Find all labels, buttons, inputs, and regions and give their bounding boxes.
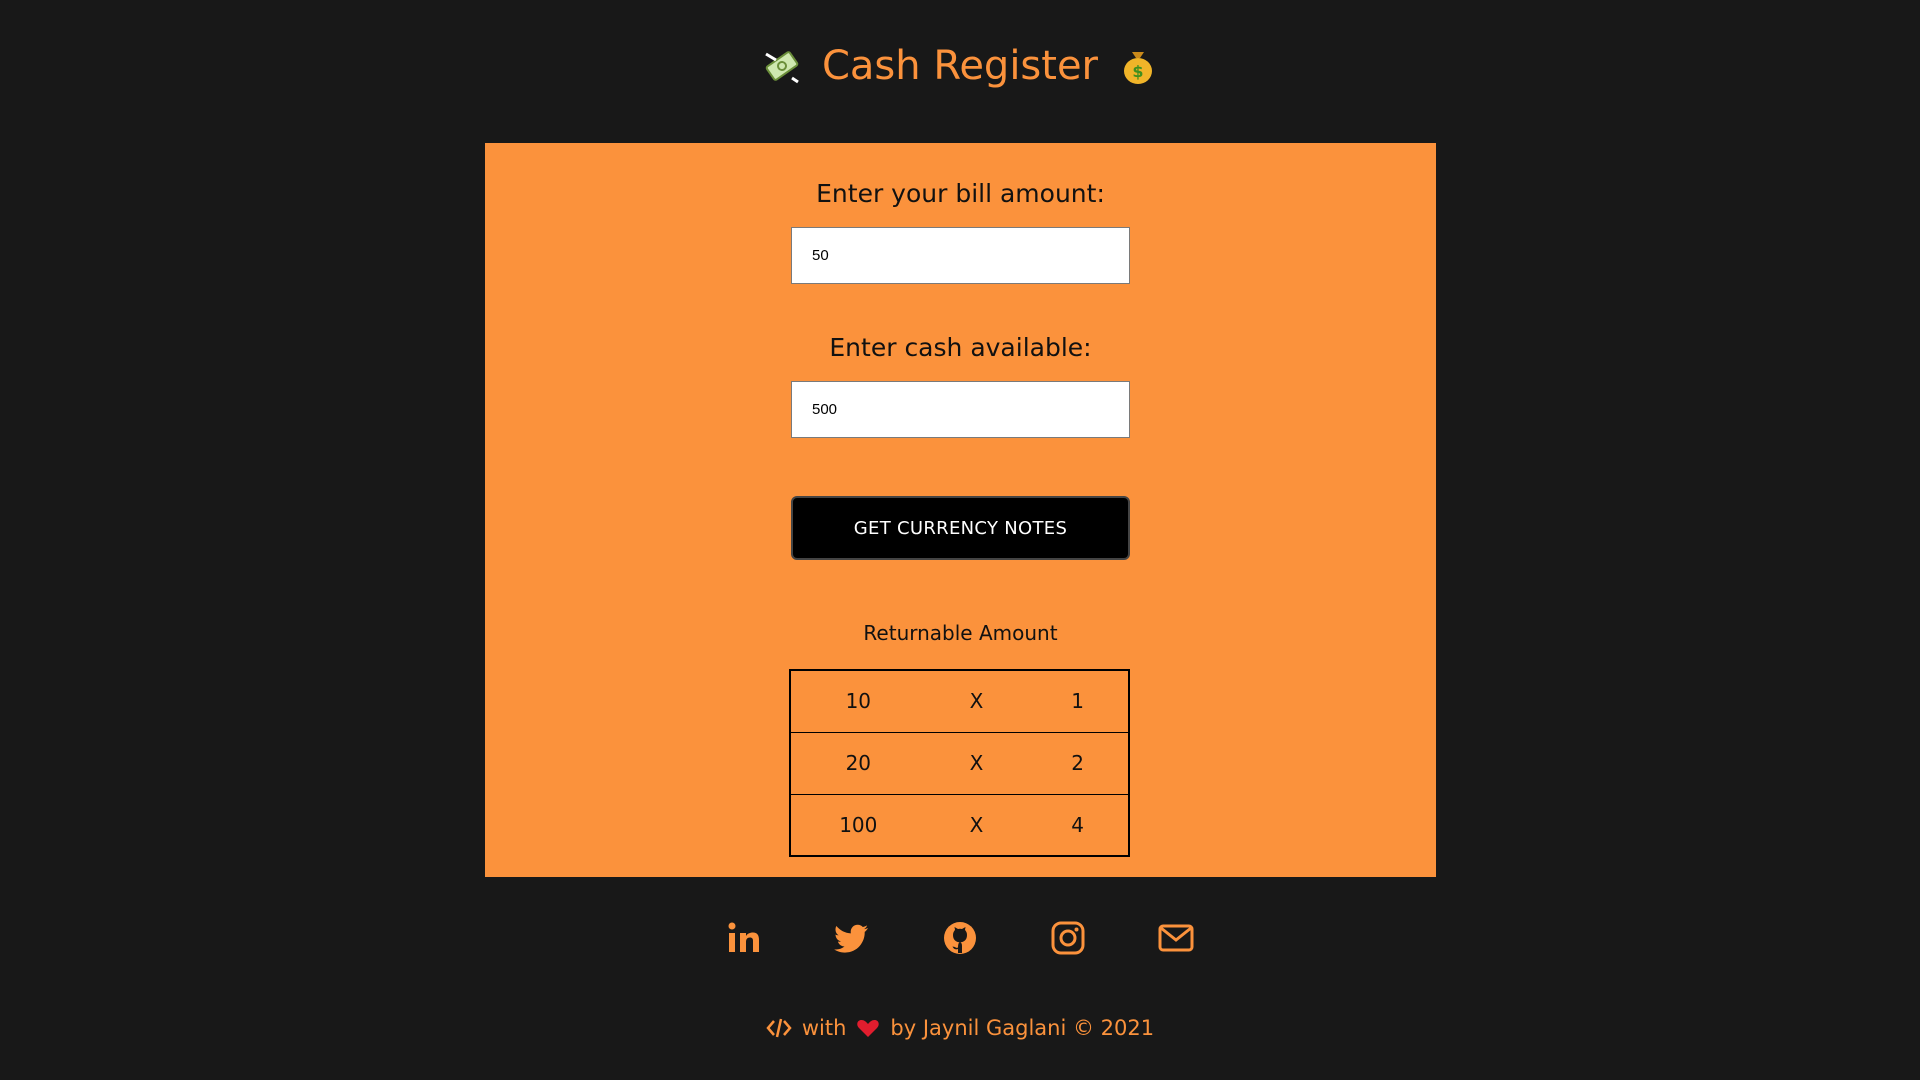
instagram-icon[interactable]: [1050, 920, 1086, 956]
multiply-sign: X: [925, 731, 1028, 794]
mail-icon[interactable]: [1158, 920, 1194, 956]
note-value: 10: [845, 689, 872, 714]
twitter-icon[interactable]: [834, 920, 870, 956]
footer-credit: by Jaynil Gaglani © 2021: [890, 1016, 1155, 1040]
money-with-wings-icon: [765, 51, 799, 84]
bill-amount-input[interactable]: [791, 227, 1130, 284]
multiply-sign: X: [925, 793, 1028, 856]
get-currency-notes-button[interactable]: GET CURRENCY NOTES: [791, 496, 1130, 560]
svg-text:$: $: [1132, 62, 1143, 81]
note-count: 1: [1071, 689, 1084, 714]
table-row: 100 X 4: [790, 793, 1129, 856]
cash-available-label: Enter cash available:: [829, 333, 1092, 362]
note-value: 100: [790, 793, 926, 856]
note-count: 4: [1027, 793, 1129, 856]
note-value: 20: [790, 731, 926, 794]
table-row: 10 X 1: [790, 670, 1129, 732]
github-icon[interactable]: [942, 920, 978, 956]
page-title: Cash Register: [821, 43, 1099, 89]
page-header: Cash Register $: [0, 36, 1920, 96]
cash-available-input[interactable]: [791, 381, 1130, 438]
cash-register-card: Enter your bill amount: Enter cash avail…: [485, 143, 1436, 877]
page-footer: with by Jaynil Gaglani © 2021: [0, 1016, 1920, 1040]
footer-with-text: with: [801, 1016, 847, 1040]
heart-icon: [857, 1020, 880, 1037]
bill-amount-label: Enter your bill amount:: [816, 179, 1105, 208]
social-links: [0, 920, 1920, 956]
returnable-notes-table: 10 X 1 20 X 2 100 X 4: [789, 669, 1130, 857]
note-count: 2: [1027, 731, 1129, 794]
table-row: 20 X 2: [790, 731, 1129, 794]
multiply-sign: X: [969, 689, 984, 714]
linkedin-icon[interactable]: [726, 920, 762, 956]
returnable-amount-label: Returnable Amount: [863, 621, 1058, 645]
code-icon: [766, 1018, 792, 1038]
money-bag-icon: $: [1124, 52, 1153, 84]
